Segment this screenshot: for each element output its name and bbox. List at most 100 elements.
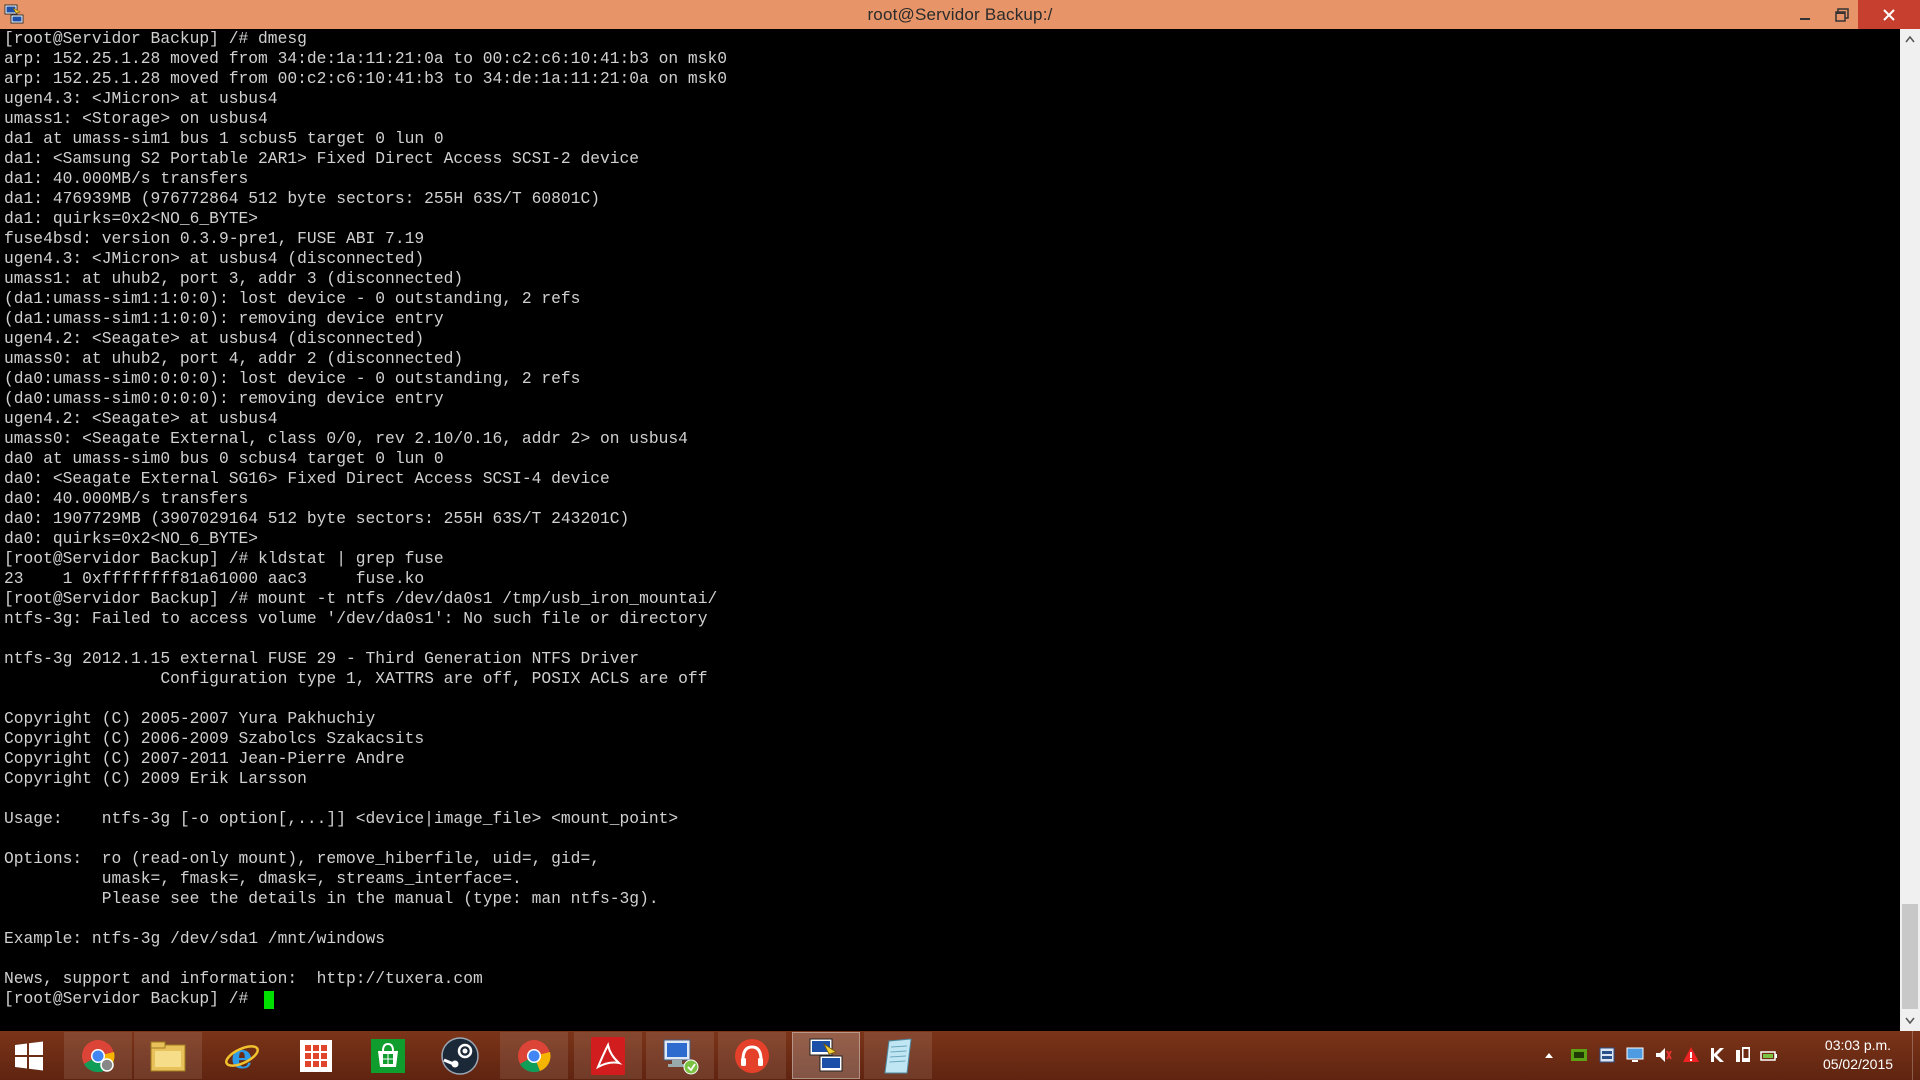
terminal-line: Copyright (C) 2007-2011 Jean-Pierre Andr… [4,749,405,768]
terminal-line: Copyright (C) 2009 Erik Larsson [4,769,307,788]
terminal-line: Configuration type 1, XATTRS are off, PO… [4,669,708,688]
terminal-line: [root@Servidor Backup] /# kldstat | grep… [4,549,444,568]
taskbar-internet-explorer[interactable]: e [208,1032,276,1079]
terminal-text: [root@Servidor Backup] /# dmesg arp: 152.… [0,29,1900,1009]
taskbar-store[interactable] [354,1032,422,1079]
taskbar-clock[interactable]: 03:03 p.m. 05/02/2015 [1810,1036,1906,1074]
terminal-line: Copyright (C) 2006-2009 Szabolcs Szakacs… [4,729,425,748]
chevron-up-icon [1545,1053,1553,1058]
show-desktop-button[interactable] [1912,1031,1920,1080]
kaspersky-tray[interactable] [1708,1046,1726,1064]
taskbar-steam[interactable] [426,1032,494,1079]
network-tray[interactable] [1626,1046,1644,1064]
terminal-line: ntfs-3g: Failed to access volume '/dev/d… [4,609,708,628]
battery-plug-icon [1760,1051,1777,1061]
taskbar-remote-desktop[interactable] [646,1032,714,1079]
restore-icon [1835,7,1849,22]
terminal-line: (da0:umass-sim0:0:0:0): lost device - 0 … [4,369,581,388]
headphones-icon [735,1038,769,1073]
phone-icon [1736,1047,1750,1062]
terminal-line: da1: <Samsung S2 Portable 2AR1> Fixed Di… [4,149,640,168]
scrollbar-thumb[interactable] [1902,904,1918,1009]
speaker-icon [1656,1048,1672,1062]
terminal-line: Please see the details in the manual (ty… [4,889,659,908]
chrome-icon [518,1039,551,1072]
terminal-cursor [264,991,274,1009]
terminal-output[interactable]: [root@Servidor Backup] /# dmesg arp: 152.… [0,29,1900,1031]
file-explorer-icon [150,1041,186,1071]
window-title: root@Servidor Backup:/ [867,5,1053,24]
terminal-line: fuse4bsd: version 0.3.9-pre1, FUSE ABI 7… [4,229,425,248]
terminal-line: ntfs-3g 2012.1.15 external FUSE 29 - Thi… [4,649,640,668]
taskbar-apps[interactable] [282,1032,350,1079]
apps-grid-icon [300,1039,332,1072]
putty-icon [809,1038,843,1071]
remote-desktop-icon [663,1039,699,1074]
terminal-line: da0 at umass-sim0 bus 0 scbus4 target 0 … [4,449,444,468]
taskbar-file-explorer[interactable] [134,1032,202,1079]
terminal-line: da1: quirks=0x2<NO_6_BYTE> [4,209,259,228]
restore-button[interactable] [1822,0,1862,29]
taskbar: e 03:03 p.m. 05/02/2015 [0,1031,1920,1080]
scroll-down-button[interactable] [1900,1011,1920,1031]
notepad-icon [884,1037,912,1073]
terminal-line: Example: ntfs-3g /dev/sda1 /mnt/windows [4,929,386,948]
taskbar-chrome-2[interactable] [500,1032,568,1079]
svg-text:e: e [231,1038,253,1074]
terminal-line: da1: 40.000MB/s transfers [4,169,249,188]
terminal-line: News, support and information: http://tu… [4,969,483,988]
terminal-line: ugen4.3: <JMicron> at usbus4 [4,89,278,108]
terminal-line: da0: 40.000MB/s transfers [4,489,249,508]
store-icon [371,1038,405,1073]
start-icon [15,1041,43,1070]
terminal-line: (da1:umass-sim1:1:0:0): lost device - 0 … [4,289,581,308]
taskbar-putty[interactable] [792,1032,860,1079]
clock-date: 05/02/2015 [1822,1056,1894,1072]
title-bar[interactable]: root@Servidor Backup:/ [0,0,1920,29]
scroll-up-button[interactable] [1900,29,1920,49]
internet-explorer-icon: e [225,1038,259,1074]
terminal-line: ugen4.3: <JMicron> at usbus4 (disconnect… [4,249,425,268]
terminal-line: (da0:umass-sim0:0:0:0): removing device … [4,389,444,408]
device-tray[interactable] [1734,1046,1752,1064]
terminal-line: [root@Servidor Backup] /# mount -t ntfs … [4,589,718,608]
terminal-line: umass1: at uhub2, port 3, addr 3 (discon… [4,269,464,288]
clock-time: 03:03 p.m. [1824,1037,1892,1053]
storage-icon [1599,1047,1615,1063]
taskbar-chrome[interactable] [64,1032,132,1079]
terminal-line: da1 at umass-sim1 bus 1 scbus5 target 0 … [4,129,444,148]
terminal-line: (da1:umass-sim1:1:0:0): removing device … [4,309,444,328]
terminal-line: [root@Servidor Backup] /# dmesg [4,29,307,48]
nvidia-icon [1571,1049,1587,1061]
close-button[interactable] [1858,0,1920,29]
alert-tray[interactable] [1682,1046,1700,1064]
minimize-icon [1800,17,1810,20]
minimize-button[interactable] [1785,0,1825,29]
chevron-down-icon [1905,1017,1915,1025]
monitor-icon [1626,1047,1644,1062]
storage-tray[interactable] [1598,1046,1616,1064]
power-tray[interactable] [1760,1046,1778,1064]
terminal-line: 23 1 0xffffffff81a61000 aac3 fuse.ko [4,569,425,588]
show-hidden-icons-button[interactable] [1540,1046,1558,1064]
terminal-line: Usage: ntfs-3g [-o option[,...]] <device… [4,809,679,828]
taskbar-notepad[interactable] [864,1032,932,1079]
terminal-line: umass1: <Storage> on usbus4 [4,109,268,128]
taskbar-audio-app[interactable] [718,1032,786,1079]
vertical-scrollbar[interactable] [1900,29,1920,1031]
terminal-line: ugen4.2: <Seagate> at usbus4 (disconnect… [4,329,425,348]
nvidia-tray[interactable] [1570,1046,1588,1064]
terminal-line: arp: 152.25.1.28 moved from 34:de:1a:11:… [4,49,728,68]
start-button[interactable] [0,1032,58,1079]
volume-tray[interactable] [1654,1046,1672,1064]
terminal-line: da0: quirks=0x2<NO_6_BYTE> [4,529,259,548]
taskbar-acrobat[interactable] [574,1032,642,1079]
terminal-line: da0: 1907729MB (3907029164 512 byte sect… [4,509,630,528]
terminal-line: Copyright (C) 2005-2007 Yura Pakhuchiy [4,709,376,728]
terminal-line: umass0: at uhub2, port 4, addr 2 (discon… [4,349,464,368]
